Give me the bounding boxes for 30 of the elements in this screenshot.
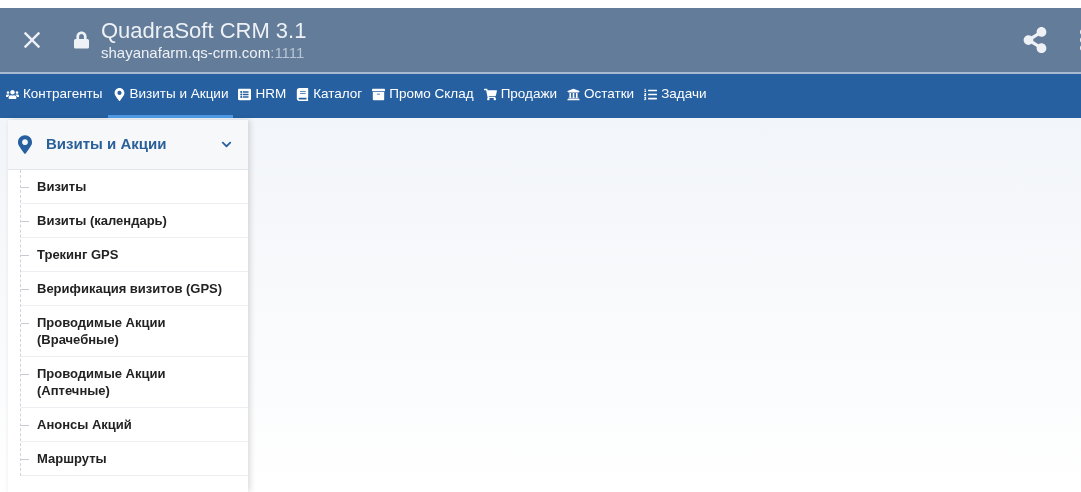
- side-menu-item[interactable]: Проводимые Акции (Аптечные): [37, 365, 227, 399]
- cart-icon: [483, 88, 497, 101]
- nav-tab[interactable]: Промо Склад: [367, 74, 479, 118]
- archive-box-icon: [372, 88, 386, 101]
- side-menu-item[interactable]: Анонсы Акций: [37, 416, 227, 433]
- nav-tab[interactable]: Остатки: [562, 74, 640, 118]
- chevron-down-icon: [221, 139, 232, 150]
- map-pin-icon: [112, 88, 126, 101]
- users-icon: [6, 88, 19, 101]
- side-menu-item[interactable]: Верификация визитов (GPS): [37, 280, 227, 297]
- nav-tab[interactable]: Задачи: [639, 74, 712, 118]
- side-menu-item[interactable]: Визиты (календарь): [37, 212, 227, 229]
- map-pin-icon: [18, 135, 32, 154]
- nav-tab[interactable]: Каталог: [291, 74, 368, 118]
- nav-tab[interactable]: Контрагенты: [1, 74, 108, 118]
- url-text: shayanafarm.qs-crm.com:1111: [101, 44, 306, 62]
- lock-icon: [74, 31, 89, 49]
- numbered-list-icon: [644, 88, 658, 101]
- book-icon: [296, 88, 310, 101]
- bank-building-icon: [567, 88, 580, 101]
- side-menu-item[interactable]: Трекинг GPS: [37, 246, 227, 263]
- nav-tab[interactable]: Продажи: [478, 74, 562, 118]
- share-icon: [1022, 27, 1048, 53]
- side-menu-item[interactable]: Визиты: [37, 178, 227, 195]
- side-menu-item[interactable]: Проводимые Акции (Врачебные): [37, 314, 227, 348]
- side-menu-header[interactable]: Визиты и Акции: [8, 120, 248, 170]
- nav-tab[interactable]: HRM: [233, 74, 292, 118]
- side-menu-item[interactable]: Маршруты: [37, 450, 227, 467]
- page-title: QuadraSoft CRM 3.1: [101, 18, 307, 44]
- list-icon: [238, 88, 252, 101]
